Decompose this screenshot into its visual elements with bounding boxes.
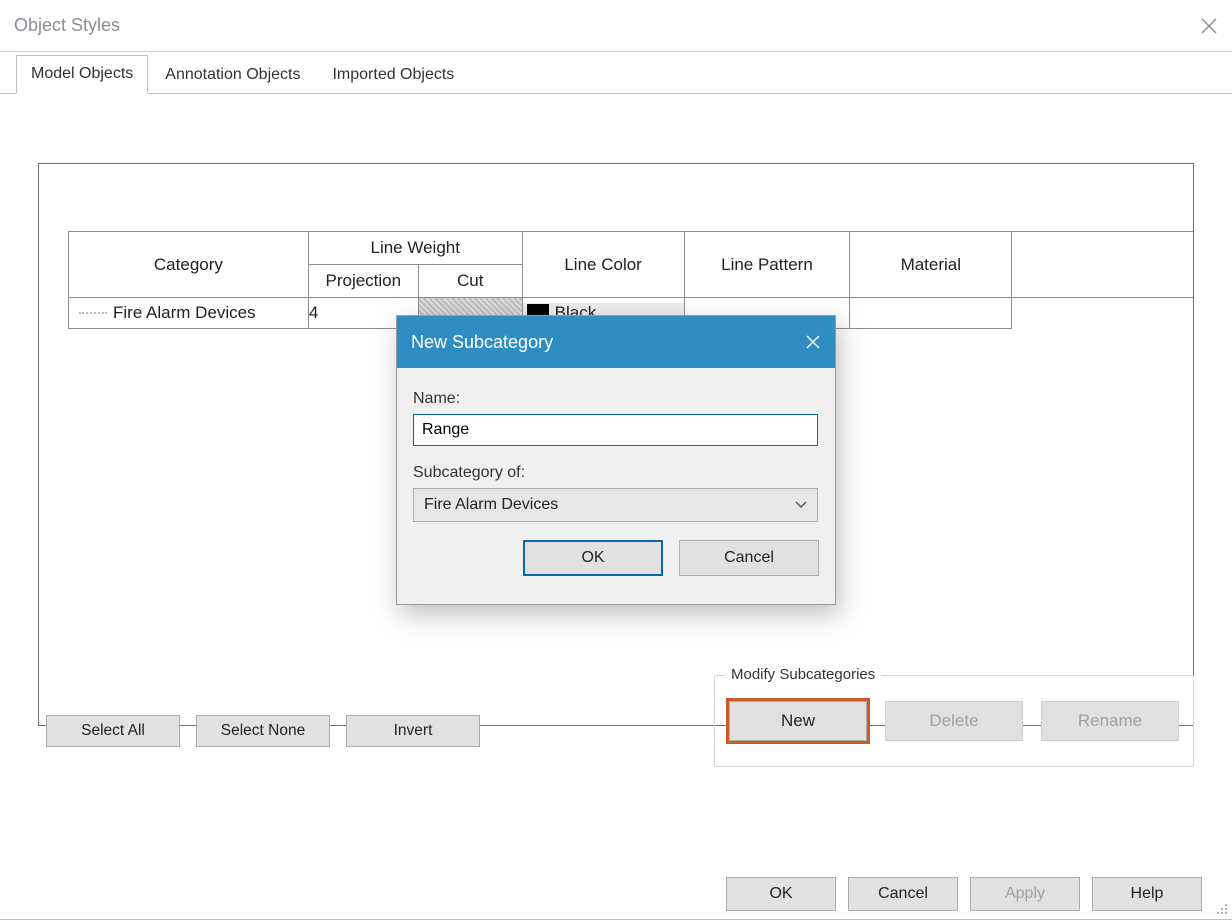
rename-subcategory-button: Rename (1041, 701, 1179, 741)
modify-subcategories-label: Modify Subcategories (725, 666, 881, 683)
close-icon[interactable] (805, 334, 821, 350)
modal-title: New Subcategory (411, 332, 553, 353)
cell-spacer (1012, 298, 1194, 329)
apply-button: Apply (970, 877, 1080, 911)
tab-annotation-objects[interactable]: Annotation Objects (150, 56, 315, 94)
col-projection: Projection (308, 265, 418, 298)
new-subcategory-dialog: New Subcategory Name: Subcategory of: Fi… (396, 315, 836, 605)
subcategory-of-label: Subcategory of: (413, 464, 819, 482)
invert-button[interactable]: Invert (346, 715, 480, 747)
modify-subcategories-group: Modify Subcategories New Delete Rename (714, 675, 1194, 767)
dialog-buttons: OK Cancel Apply Help (726, 877, 1202, 911)
tab-imported-objects[interactable]: Imported Objects (317, 56, 469, 94)
select-none-button[interactable]: Select None (196, 715, 330, 747)
modal-cancel-button[interactable]: Cancel (679, 540, 819, 576)
selection-buttons: Select All Select None Invert (46, 715, 480, 747)
col-line-weight: Line Weight (308, 232, 522, 265)
new-subcategory-button[interactable]: New (729, 701, 867, 741)
window-title: Object Styles (14, 15, 120, 36)
help-button[interactable]: Help (1092, 877, 1202, 911)
tree-leader-icon (79, 312, 107, 314)
ok-button[interactable]: OK (726, 877, 836, 911)
col-category: Category (69, 232, 309, 298)
modal-ok-button[interactable]: OK (523, 540, 663, 576)
col-spacer (1012, 232, 1194, 298)
col-material: Material (850, 232, 1012, 298)
modal-titlebar: New Subcategory (397, 316, 835, 368)
col-line-color: Line Color (522, 232, 684, 298)
delete-subcategory-button: Delete (885, 701, 1023, 741)
name-input[interactable] (413, 414, 818, 446)
subcategory-of-select[interactable]: Fire Alarm Devices (413, 488, 818, 522)
resize-grip-icon[interactable] (1212, 899, 1228, 915)
col-cut: Cut (418, 265, 522, 298)
select-all-button[interactable]: Select All (46, 715, 180, 747)
tab-model-objects[interactable]: Model Objects (16, 55, 148, 94)
tabstrip: Model Objects Annotation Objects Importe… (0, 52, 1232, 94)
modal-body: Name: Subcategory of: Fire Alarm Devices (397, 368, 835, 522)
cancel-button[interactable]: Cancel (848, 877, 958, 911)
modal-buttons: OK Cancel (397, 522, 835, 576)
titlebar: Object Styles (0, 0, 1232, 52)
cell-material[interactable] (850, 298, 1012, 329)
category-name: Fire Alarm Devices (113, 303, 256, 323)
chevron-down-icon (795, 496, 807, 514)
close-icon[interactable] (1200, 17, 1218, 35)
name-label: Name: (413, 390, 819, 408)
subcategory-of-value: Fire Alarm Devices (424, 496, 558, 514)
cell-category[interactable]: Fire Alarm Devices (69, 298, 309, 329)
col-line-pattern: Line Pattern (684, 232, 850, 298)
